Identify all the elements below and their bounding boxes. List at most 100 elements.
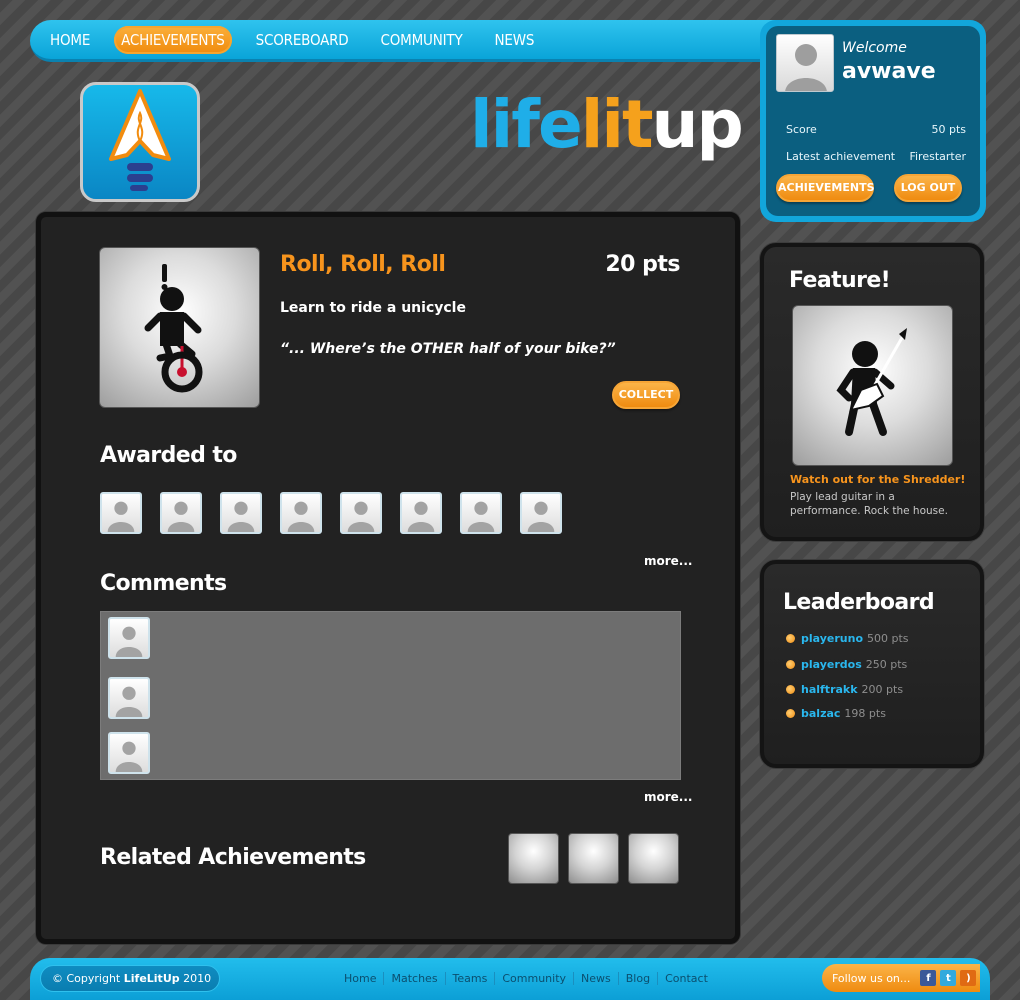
- awarded-to-heading: Awarded to: [100, 443, 237, 468]
- leaderboard-row: playerdos 250 pts: [786, 658, 907, 671]
- leaderboard-row: balzac 198 pts: [786, 707, 886, 720]
- comment-user-avatar[interactable]: [108, 677, 150, 719]
- collect-button[interactable]: COLLECT: [612, 381, 680, 409]
- user-silhouette-icon: [115, 626, 143, 657]
- comment-user-avatar[interactable]: [108, 732, 150, 774]
- facebook-icon[interactable]: f: [920, 970, 937, 986]
- score-label: Score: [786, 123, 817, 136]
- footer-link-community[interactable]: Community: [494, 972, 573, 985]
- comments-more-link[interactable]: more...: [644, 790, 692, 804]
- twitter-icon[interactable]: t: [940, 970, 957, 986]
- leaderboard-player-name[interactable]: playerdos: [801, 658, 862, 671]
- comment-user-avatar[interactable]: [108, 617, 150, 659]
- footer-link-home[interactable]: Home: [337, 972, 383, 985]
- achievement-quote: “... Where’s the OTHER half of your bike…: [280, 341, 616, 357]
- copyright-brand: LifeLitUp: [123, 972, 180, 985]
- user-silhouette-icon: [407, 501, 435, 532]
- bullet-icon: [786, 709, 795, 718]
- brand-part-lit: lit: [580, 86, 654, 163]
- nav-achievements[interactable]: ACHIEVEMENTS: [114, 25, 232, 54]
- achievement-points: 20 pts: [605, 252, 680, 277]
- awarded-user-avatar[interactable]: [520, 492, 562, 534]
- user-silhouette-icon: [527, 501, 555, 532]
- copyright-prefix: © Copyright: [52, 972, 121, 985]
- awarded-user-avatar[interactable]: [160, 492, 202, 534]
- awarded-user-avatar[interactable]: [340, 492, 382, 534]
- user-silhouette-icon: [227, 501, 255, 532]
- user-avatar[interactable]: [776, 34, 834, 92]
- logout-button[interactable]: LOG OUT: [894, 174, 962, 202]
- footer-link-teams[interactable]: Teams: [444, 972, 495, 985]
- leaderboard-row: halftrakk 200 pts: [786, 683, 903, 696]
- feature-image[interactable]: [792, 305, 953, 466]
- leaderboard-heading: Leaderboard: [783, 590, 935, 615]
- nav-news[interactable]: NEWS: [486, 26, 542, 54]
- follow-us-label: Follow us on...: [832, 971, 911, 985]
- awarded-user-avatar[interactable]: [280, 492, 322, 534]
- latest-achievement-value: Firestarter: [909, 150, 966, 163]
- footer-link-news[interactable]: News: [573, 972, 618, 985]
- leaderboard-player-name[interactable]: playeruno: [801, 632, 863, 645]
- achievements-button[interactable]: ACHIEVEMENTS: [776, 174, 875, 202]
- nav-scoreboard[interactable]: SCOREBOARD: [248, 26, 357, 54]
- user-silhouette-icon: [115, 686, 143, 717]
- awarded-user-avatar[interactable]: [400, 492, 442, 534]
- feature-description: Play lead guitar in a performance. Rock …: [790, 491, 948, 517]
- main-nav: HOME ACHIEVEMENTS SCOREBOARD COMMUNITY N…: [30, 20, 810, 62]
- brand-part-up: up: [651, 86, 744, 163]
- copyright: © Copyright LifeLitUp 2010: [40, 965, 220, 992]
- leaderboard-player-points: 250 pts: [865, 658, 908, 671]
- rss-icon[interactable]: ): [960, 970, 977, 986]
- related-achievements-heading: Related Achievements: [100, 845, 366, 870]
- app-logo-icon[interactable]: [80, 82, 200, 202]
- guitarist-icon: [836, 328, 907, 436]
- nav-home[interactable]: HOME: [42, 26, 98, 54]
- feature-name[interactable]: Watch out for the Shredder!: [790, 473, 965, 486]
- follow-us: Follow us on... f t ): [822, 964, 980, 992]
- leaderboard-row: playeruno 500 pts: [786, 632, 909, 645]
- latest-achievement-label: Latest achievement: [786, 150, 896, 163]
- leaderboard-player-points: 200 pts: [861, 683, 904, 696]
- user-silhouette-icon: [167, 501, 195, 532]
- footer-link-blog[interactable]: Blog: [617, 972, 657, 985]
- user-silhouette-icon: [287, 501, 315, 532]
- username: avwave: [842, 59, 936, 84]
- score-row: Score 50 pts: [786, 123, 966, 136]
- latest-achievement-row: Latest achievement Firestarter: [786, 150, 966, 163]
- user-panel: Welcome avwave Score 50 pts Latest achie…: [760, 20, 986, 222]
- leaderboard-player-points: 500 pts: [867, 632, 909, 645]
- brand-part-life: life: [470, 86, 583, 163]
- user-panel-inner: Welcome avwave Score 50 pts Latest achie…: [766, 26, 980, 216]
- user-silhouette-icon: [107, 501, 135, 532]
- awarded-more-link[interactable]: more...: [644, 554, 692, 568]
- related-achievement-thumb[interactable]: [508, 833, 559, 884]
- copyright-year: 2010: [183, 972, 212, 985]
- brand-wordmark: lifelitup: [470, 86, 744, 163]
- unicycle-icon: [144, 264, 203, 393]
- footer-links: Home Matches Teams Community News Blog C…: [337, 972, 715, 985]
- leaderboard-player-points: 198 pts: [844, 707, 886, 720]
- bullet-icon: [786, 634, 795, 643]
- awarded-user-avatar[interactable]: [460, 492, 502, 534]
- related-achievement-thumb[interactable]: [568, 833, 619, 884]
- achievement-description: Learn to ride a unicycle: [280, 300, 466, 316]
- bullet-icon: [786, 660, 795, 669]
- user-silhouette-icon: [115, 741, 143, 772]
- feature-heading: Feature!: [789, 268, 891, 293]
- related-achievement-thumb[interactable]: [628, 833, 679, 884]
- nav-community[interactable]: COMMUNITY: [373, 26, 471, 54]
- comments-box: [100, 611, 681, 780]
- bullet-icon: [786, 685, 795, 694]
- user-silhouette-icon: [347, 501, 375, 532]
- footer-link-matches[interactable]: Matches: [383, 972, 444, 985]
- achievement-image: [99, 247, 260, 408]
- user-silhouette-icon: [785, 44, 827, 91]
- footer-link-contact[interactable]: Contact: [657, 972, 715, 985]
- welcome-label: Welcome: [842, 40, 907, 56]
- awarded-user-avatar[interactable]: [100, 492, 142, 534]
- leaderboard-player-name[interactable]: balzac: [801, 707, 840, 720]
- comments-heading: Comments: [100, 571, 227, 596]
- leaderboard-player-name[interactable]: halftrakk: [801, 683, 858, 696]
- awarded-user-avatar[interactable]: [220, 492, 262, 534]
- achievement-title: Roll, Roll, Roll: [280, 252, 446, 277]
